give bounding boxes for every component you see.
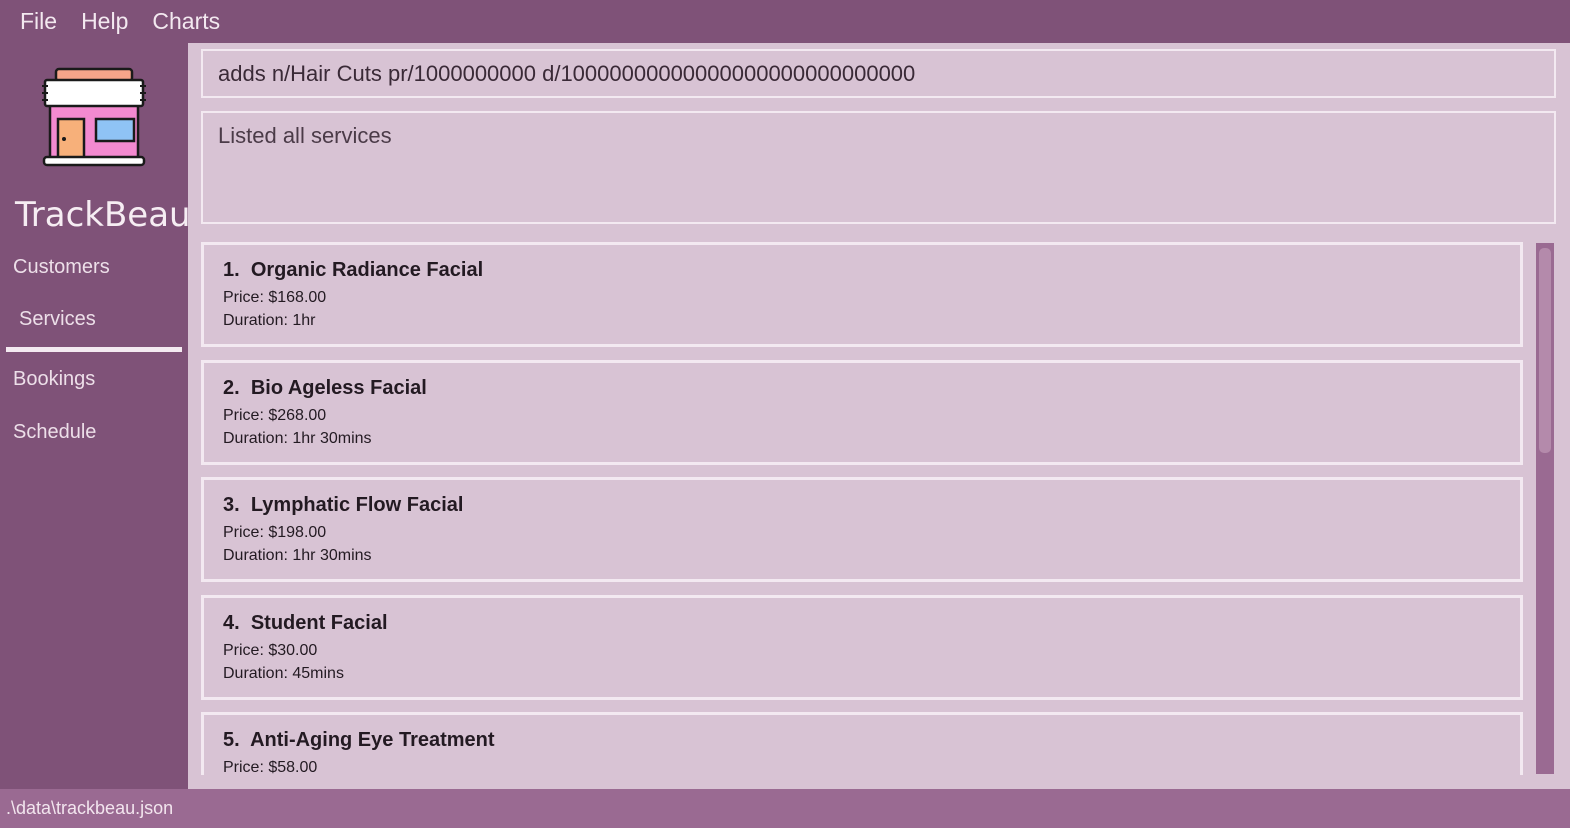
- data-file-path: .\data\trackbeau.json: [6, 798, 174, 818]
- menu-file[interactable]: File: [20, 8, 57, 35]
- menu-charts[interactable]: Charts: [152, 8, 220, 35]
- active-tab-indicator: [6, 347, 182, 352]
- command-box: [201, 49, 1556, 98]
- service-card[interactable]: 2. Bio Ageless Facial Price: $268.00 Dur…: [201, 360, 1523, 465]
- service-title: 3. Lymphatic Flow Facial: [223, 494, 1520, 517]
- service-name: Student Facial: [250, 612, 388, 634]
- service-name: Lymphatic Flow Facial: [250, 494, 464, 516]
- service-price: Price: $30.00: [223, 642, 318, 659]
- menu-bar: File Help Charts: [0, 0, 1570, 43]
- service-index: 4.: [223, 612, 240, 634]
- service-duration: Duration: 1hr 30mins: [223, 547, 372, 564]
- sidebar: TrackBeau Customers Services Bookings Sc…: [0, 43, 191, 789]
- scrollbar-thumb[interactable]: [1539, 248, 1551, 453]
- service-card[interactable]: 4. Student Facial Price: $30.00 Duration…: [201, 595, 1523, 700]
- service-price: Price: $168.00: [223, 289, 327, 306]
- status-bar: .\data\trackbeau.json: [0, 789, 1570, 828]
- service-duration: Duration: 1hr: [223, 312, 316, 329]
- service-index: 2.: [223, 377, 240, 399]
- service-price: Price: $198.00: [223, 524, 327, 541]
- salon-logo-icon: [42, 67, 146, 167]
- menu-help[interactable]: Help: [81, 8, 128, 35]
- service-name: Anti-Aging Eye Treatment: [250, 729, 495, 751]
- service-card[interactable]: 1. Organic Radiance Facial Price: $168.0…: [201, 242, 1523, 347]
- service-card[interactable]: 5. Anti-Aging Eye Treatment Price: $58.0…: [201, 712, 1523, 775]
- service-price: Price: $268.00: [223, 407, 327, 424]
- service-title: 2. Bio Ageless Facial: [223, 377, 1520, 400]
- main-panel: Listed all services 1. Organic Radiance …: [188, 43, 1570, 789]
- command-input[interactable]: [203, 51, 1554, 96]
- service-index: 5.: [223, 729, 240, 751]
- service-title: 4. Student Facial: [223, 612, 1520, 635]
- service-card[interactable]: 3. Lymphatic Flow Facial Price: $198.00 …: [201, 477, 1523, 582]
- service-index: 3.: [223, 494, 240, 516]
- result-display: Listed all services: [201, 111, 1556, 224]
- sidebar-item-bookings[interactable]: Bookings: [13, 368, 95, 391]
- service-duration: Duration: 45mins: [223, 665, 344, 682]
- service-title: 1. Organic Radiance Facial: [223, 259, 1520, 282]
- app-name: TrackBeau: [15, 195, 191, 235]
- sidebar-item-services[interactable]: Services: [19, 308, 96, 331]
- result-text: Listed all services: [218, 123, 392, 148]
- scrollbar[interactable]: [1536, 243, 1554, 774]
- service-title: 5. Anti-Aging Eye Treatment: [223, 729, 1520, 752]
- sidebar-item-schedule[interactable]: Schedule: [13, 421, 96, 444]
- service-index: 1.: [223, 259, 240, 281]
- sidebar-item-customers[interactable]: Customers: [13, 256, 110, 279]
- service-name: Bio Ageless Facial: [250, 377, 427, 399]
- service-price: Price: $58.00: [223, 759, 318, 775]
- service-duration: Duration: 1hr 30mins: [223, 430, 372, 447]
- service-name: Organic Radiance Facial: [250, 259, 484, 281]
- service-list[interactable]: 1. Organic Radiance Facial Price: $168.0…: [201, 242, 1525, 775]
